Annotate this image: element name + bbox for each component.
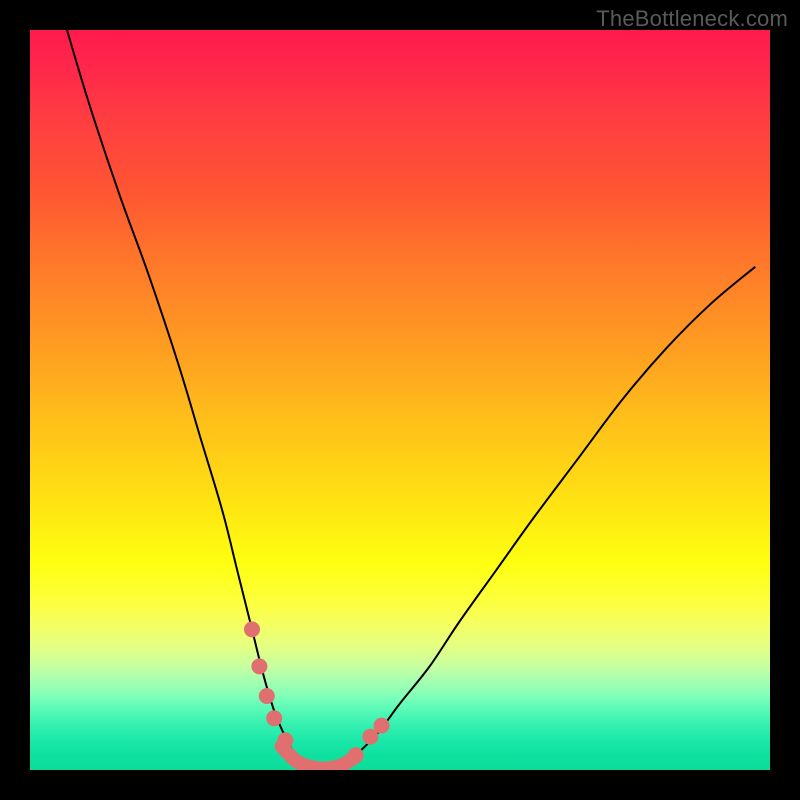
highlight-markers (244, 621, 390, 763)
optimal-range-band (282, 746, 356, 768)
chart-plot-area (30, 30, 770, 770)
highlight-dot (259, 688, 275, 704)
highlight-dot (244, 621, 260, 637)
highlight-dot (348, 747, 364, 763)
highlight-dot (251, 658, 267, 674)
highlight-dot (266, 710, 282, 726)
highlight-dot (374, 718, 390, 734)
bottleneck-chart (30, 30, 770, 770)
highlight-dot (277, 732, 293, 748)
bottleneck-curve (67, 30, 755, 770)
watermark-text: TheBottleneck.com (596, 6, 788, 32)
